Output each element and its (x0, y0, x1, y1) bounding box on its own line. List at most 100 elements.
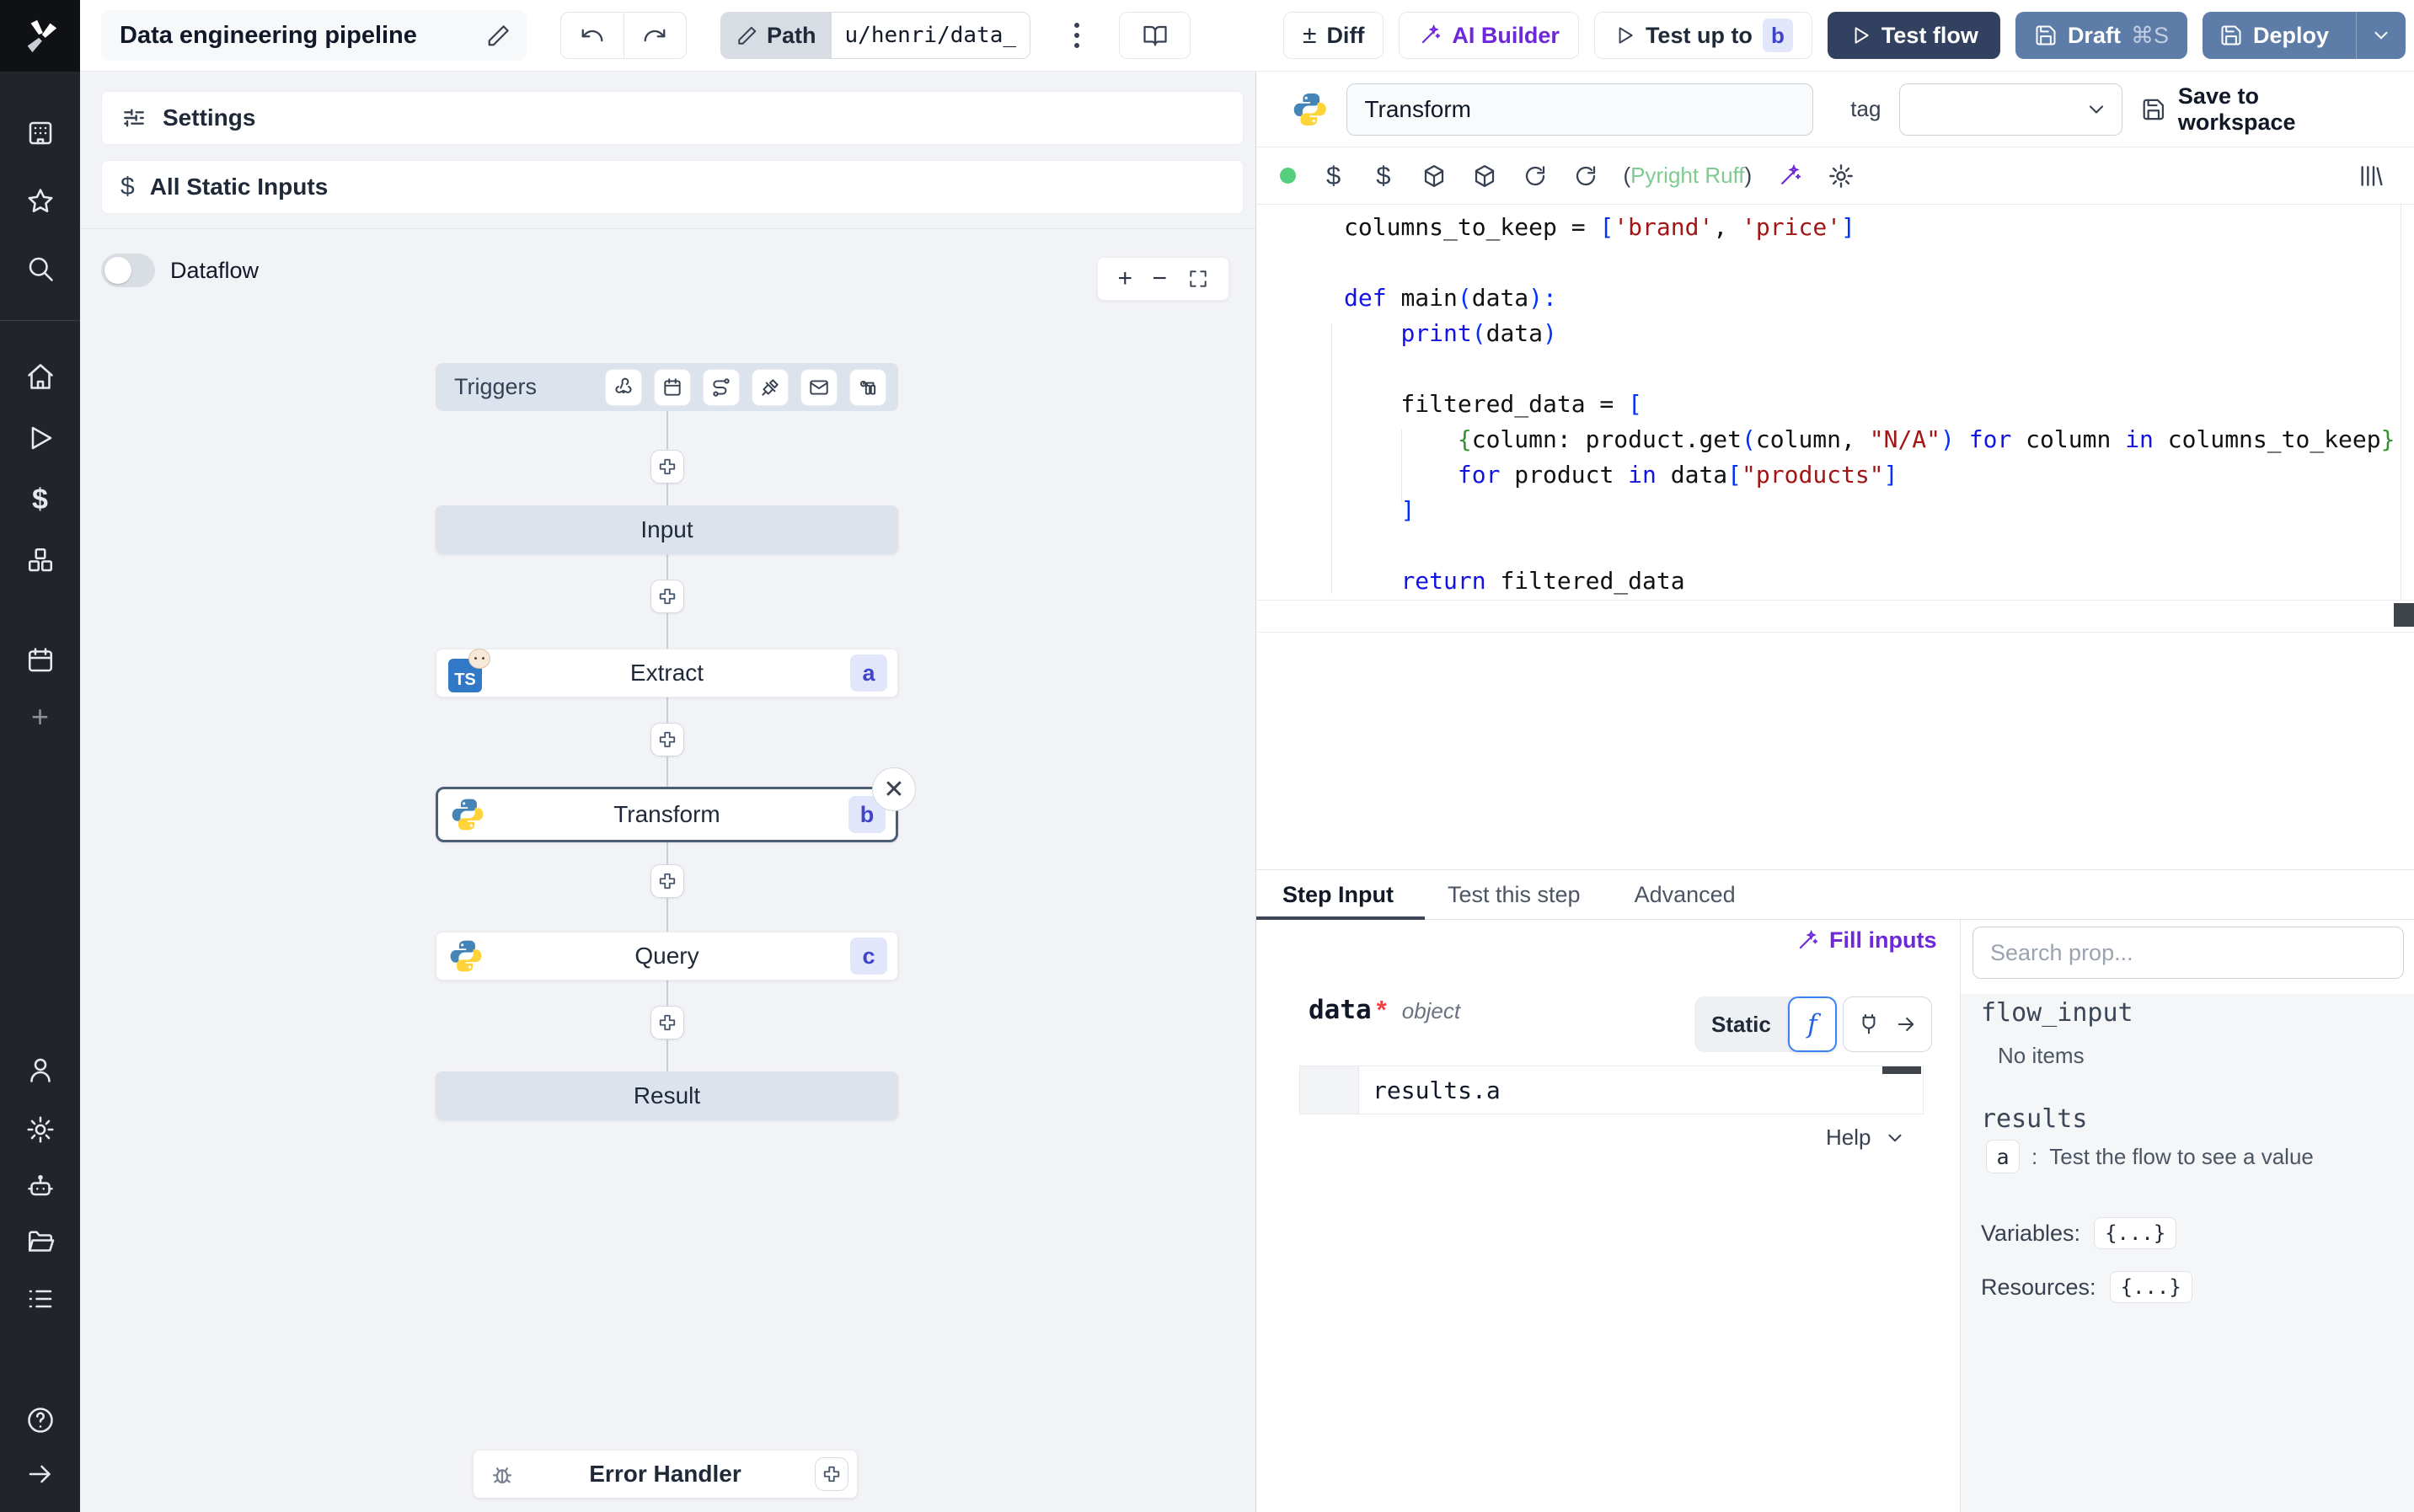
sidebar-item-folders[interactable] (0, 1226, 80, 1257)
draft-button[interactable]: Draft ⌘S (2015, 12, 2187, 59)
add-step-button[interactable] (650, 723, 684, 756)
sidebar-item-home[interactable] (0, 361, 80, 392)
input-node[interactable]: Input (436, 505, 898, 554)
deploy-options-button[interactable] (2356, 12, 2406, 59)
tab-step-input[interactable]: Step Input (1282, 882, 1394, 908)
email-trigger-button[interactable] (800, 368, 838, 406)
package-icon[interactable] (1472, 163, 1497, 189)
add-step-button[interactable] (650, 864, 684, 898)
search-prop-input[interactable] (1972, 927, 2404, 979)
flow-settings-button[interactable]: Settings (101, 91, 1244, 145)
result-a-row[interactable]: a : Test the flow to see a value (1986, 1140, 2314, 1173)
schedule-trigger-button[interactable] (654, 368, 691, 406)
building-icon (29, 121, 51, 145)
sidebar-item-favorites[interactable] (0, 186, 80, 216)
field-type: object (1401, 998, 1461, 1023)
diff-button[interactable]: ± Diff (1282, 12, 1384, 59)
add-error-handler-button[interactable] (815, 1457, 848, 1491)
javascript-expression-mode-button[interactable]: f (1787, 996, 1837, 1052)
sidebar-item-expand[interactable] (0, 1459, 80, 1489)
sidebar-item-user[interactable] (0, 1055, 80, 1085)
results-section[interactable]: results (1981, 1104, 2087, 1134)
dollar-icon: $ (120, 173, 135, 200)
sidebar-item-settings[interactable] (0, 1114, 80, 1145)
query-node[interactable]: Query c (436, 932, 898, 980)
extract-node[interactable]: TS Extract a (436, 649, 898, 697)
transform-node[interactable]: Transform b ✕ (436, 767, 916, 842)
more-menu-button[interactable] (1064, 23, 1089, 48)
triggers-node[interactable]: Triggers (436, 363, 898, 411)
tab-advanced[interactable]: Advanced (1635, 882, 1736, 908)
package-icon[interactable] (1421, 163, 1447, 189)
add-step-button[interactable] (650, 580, 684, 613)
result-node[interactable]: Result (436, 1071, 898, 1120)
library-icon[interactable] (2357, 163, 2384, 190)
variables-expand-badge[interactable]: {...} (2094, 1217, 2177, 1249)
sidebar-item-search[interactable] (0, 254, 80, 284)
undo-button[interactable] (561, 13, 624, 58)
resources-expand-badge[interactable]: {...} (2109, 1271, 2192, 1303)
zoom-out-button[interactable]: − (1153, 266, 1168, 291)
connect-input-button[interactable] (1843, 996, 1932, 1052)
sidebar-item-add[interactable]: + (0, 699, 80, 735)
close-step-button[interactable]: ✕ (872, 767, 916, 811)
ai-wand-icon[interactable] (1777, 163, 1802, 189)
help-toggle[interactable]: Help (1826, 1125, 1906, 1151)
code-scrollbar-thumb[interactable] (2394, 603, 2414, 627)
sidebar-item-workspace[interactable] (0, 118, 80, 148)
deploy-button[interactable]: Deploy (2203, 12, 2346, 59)
zoom-in-button[interactable]: + (1117, 266, 1132, 291)
error-handler-node[interactable]: Error Handler (473, 1450, 858, 1499)
code-editor[interactable]: columns_to_keep = ['brand', 'price'] def… (1256, 205, 2401, 600)
windmill-logo[interactable] (0, 0, 80, 72)
static-mode-label[interactable]: Static (1694, 1012, 1788, 1038)
all-static-inputs-button[interactable]: $ All Static Inputs (101, 160, 1244, 214)
edit-title-pencil-icon[interactable] (486, 23, 511, 48)
path-button[interactable]: Path u/henri/data_ (720, 12, 1031, 59)
transform-node-label: Transform (613, 801, 720, 827)
sidebar-item-schedules[interactable] (0, 645, 80, 676)
diff-icon: ± (1302, 21, 1317, 49)
step-name-input[interactable] (1346, 83, 1814, 136)
websocket-trigger-button[interactable] (752, 368, 789, 406)
add-step-button[interactable] (650, 450, 684, 484)
expression-value[interactable]: results.a (1359, 1066, 1501, 1114)
add-variable-button[interactable]: $ (1321, 161, 1346, 191)
fill-inputs-button[interactable]: Fill inputs (1796, 927, 1937, 954)
add-step-button[interactable] (650, 1006, 684, 1039)
star-icon (28, 189, 52, 212)
flow-input-section[interactable]: flow_input (1981, 998, 2133, 1028)
sidebar-item-resources[interactable] (0, 545, 80, 575)
save-to-workspace-button[interactable]: Save to workspace (2141, 83, 2380, 136)
test-up-to-button[interactable]: Test up to b (1593, 12, 1812, 59)
sidebar-item-workers[interactable] (0, 1172, 80, 1202)
save-icon (2221, 25, 2241, 45)
test-flow-button[interactable]: Test flow (1827, 12, 2000, 59)
sidebar-item-runs[interactable] (0, 423, 80, 453)
dataflow-toggle[interactable] (101, 254, 155, 287)
docs-button[interactable] (1119, 12, 1191, 59)
sidebar-item-logs[interactable] (0, 1284, 80, 1314)
expression-scrollbar-thumb[interactable] (1882, 1066, 1921, 1074)
expression-editor[interactable]: results.a (1299, 1066, 1924, 1114)
redo-button[interactable] (624, 13, 687, 58)
path-value[interactable]: u/henri/data_ (831, 13, 1030, 58)
sidebar-item-variables[interactable]: $ (0, 484, 80, 516)
reload-icon[interactable] (1573, 163, 1598, 189)
sidebar-item-help[interactable] (0, 1405, 80, 1435)
webhook-trigger-button[interactable] (605, 368, 642, 406)
tag-select[interactable] (1899, 83, 2123, 136)
poll-trigger-button[interactable] (849, 368, 886, 406)
flow-canvas[interactable]: Settings $ All Static Inputs Dataflow + … (80, 72, 1255, 1512)
tab-test-this-step[interactable]: Test this step (1448, 882, 1581, 908)
path-label-segment: Path (721, 13, 832, 58)
reload-icon[interactable] (1523, 163, 1548, 189)
result-key-badge[interactable]: a (1986, 1140, 2020, 1173)
editor-settings-gear-icon[interactable] (1828, 163, 1855, 190)
binoculars-clock-icon (859, 380, 876, 395)
ai-builder-button[interactable]: AI Builder (1399, 12, 1579, 59)
add-resource-button[interactable]: $ (1371, 161, 1395, 191)
fit-view-button[interactable] (1187, 268, 1209, 290)
indent-guide (1401, 430, 1402, 502)
http-route-trigger-button[interactable] (703, 368, 740, 406)
